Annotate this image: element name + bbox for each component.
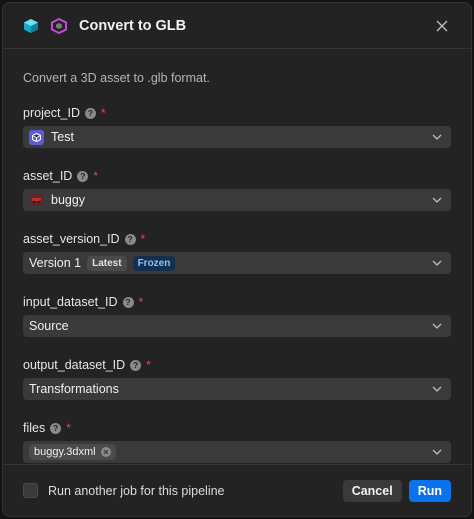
chevron-down-icon (431, 320, 443, 332)
input-dataset-label-row: input_dataset_ID ? * (23, 294, 451, 310)
run-another-label: Run another job for this pipeline (48, 483, 225, 498)
required-marker: * (93, 169, 99, 183)
required-marker: * (146, 358, 151, 372)
help-icon[interactable]: ? (77, 170, 89, 182)
latest-badge: Latest (87, 255, 127, 271)
help-icon[interactable]: ? (122, 296, 134, 308)
input-dataset-select[interactable]: Source (23, 315, 451, 337)
output-dataset-value: Transformations (29, 382, 119, 396)
input-dataset-field: input_dataset_ID ? * Source (23, 294, 451, 337)
project-cube-icon (29, 129, 44, 145)
required-marker: * (100, 106, 106, 120)
cube-logo-icon (23, 18, 39, 34)
close-icon[interactable] (433, 17, 451, 35)
help-icon[interactable]: ? (84, 107, 96, 119)
files-label: files (23, 421, 46, 435)
asset-version-label-row: asset_version_ID ? * (23, 231, 451, 247)
files-field: files ? * buggy.3dxml (23, 420, 451, 463)
asset-thumbnail-icon (29, 194, 44, 206)
convert-dialog: Convert to GLB Convert a 3D asset to .gl… (2, 2, 472, 517)
output-dataset-label-row: output_dataset_ID ? * (23, 357, 451, 373)
asset-label: asset_ID (23, 169, 73, 183)
output-dataset-field: output_dataset_ID ? * Transformations (23, 357, 451, 400)
chevron-down-icon (431, 383, 443, 395)
frozen-badge: Frozen (132, 255, 176, 271)
project-select[interactable]: Test (23, 126, 451, 148)
run-another-checkbox[interactable] (23, 483, 38, 498)
dialog-footer: Run another job for this pipeline Cancel… (3, 464, 471, 516)
required-marker: * (140, 232, 146, 246)
required-marker: * (138, 295, 144, 309)
run-button[interactable]: Run (408, 479, 451, 502)
project-field: project_ID ? * Test (23, 105, 451, 148)
chevron-down-icon (431, 131, 443, 143)
help-icon[interactable]: ? (124, 233, 136, 245)
asset-label-row: asset_ID ? * (23, 168, 451, 184)
pipeline-logo-icon (51, 17, 67, 34)
remove-chip-icon[interactable] (100, 447, 111, 457)
file-chip-label: buggy.3dxml (34, 446, 96, 458)
output-dataset-label: output_dataset_ID (23, 358, 126, 372)
chevron-down-icon (431, 446, 443, 458)
asset-version-value: Version 1 (29, 256, 82, 270)
asset-value: buggy (51, 193, 86, 207)
asset-version-select[interactable]: Version 1 Latest Frozen (23, 252, 451, 274)
dialog-body: Convert a 3D asset to .glb format. proje… (3, 49, 471, 463)
dialog-description: Convert a 3D asset to .glb format. (23, 71, 210, 85)
input-dataset-value: Source (29, 319, 69, 333)
project-label: project_ID (23, 106, 80, 120)
chevron-down-icon (431, 194, 443, 206)
required-marker: * (66, 421, 71, 435)
chevron-down-icon (431, 257, 443, 269)
project-label-row: project_ID ? * (23, 105, 451, 121)
project-value: Test (51, 130, 74, 144)
files-select[interactable]: buggy.3dxml (23, 441, 451, 463)
asset-select[interactable]: buggy (23, 189, 451, 211)
files-label-row: files ? * (23, 420, 451, 436)
dialog-header: Convert to GLB (3, 3, 471, 49)
asset-field: asset_ID ? * buggy (23, 168, 451, 211)
dialog-title: Convert to GLB (79, 17, 187, 34)
cancel-button[interactable]: Cancel (342, 479, 402, 502)
file-chip: buggy.3dxml (29, 444, 116, 460)
asset-version-label: asset_version_ID (23, 232, 120, 246)
asset-version-field: asset_version_ID ? * Version 1 Latest Fr… (23, 231, 451, 274)
output-dataset-select[interactable]: Transformations (23, 378, 451, 400)
input-dataset-label: input_dataset_ID (23, 295, 118, 309)
help-icon[interactable]: ? (50, 422, 62, 434)
help-icon[interactable]: ? (130, 359, 142, 371)
